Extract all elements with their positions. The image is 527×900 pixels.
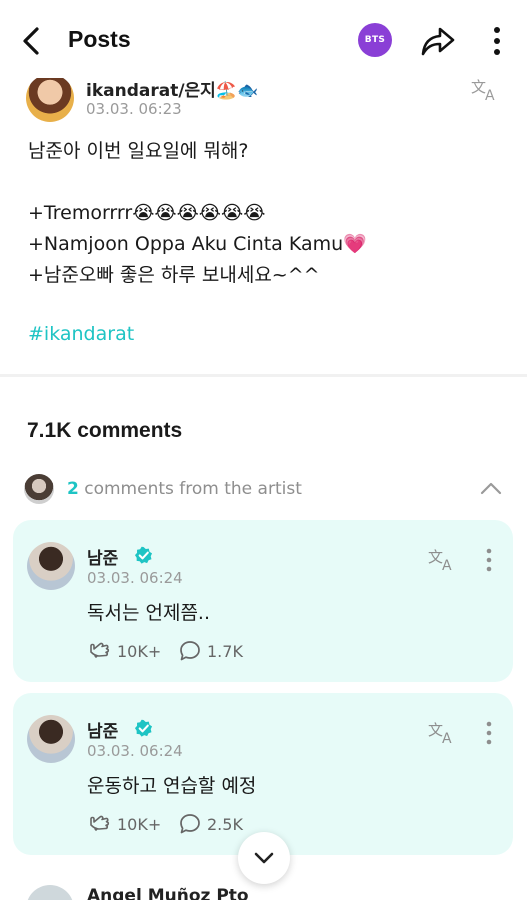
comment-text: 독서는 언제쯤.. — [87, 602, 210, 624]
more-vertical-icon[interactable] — [483, 720, 495, 746]
share-button[interactable] — [420, 24, 456, 58]
comment-date: 03.03. 06:24 — [87, 742, 183, 760]
artist-comments-toggle[interactable]: 2 comments from the artist — [24, 474, 504, 506]
page-title: Posts — [68, 26, 131, 52]
comment-author-name[interactable]: Angel Muñoz Pto — [87, 886, 249, 900]
post-line: +Tremorrrr😭😭😭😭😭😭 — [28, 202, 266, 224]
chevron-up-icon[interactable] — [479, 480, 503, 496]
more-vertical-icon[interactable] — [483, 547, 495, 573]
top-bar: Posts BTS — [0, 0, 527, 78]
post-line: +Namjoon Oppa Aku Cinta Kamu💗 — [28, 233, 367, 255]
artist-comments-label: 2 comments from the artist — [67, 479, 302, 499]
scroll-down-button[interactable] — [238, 832, 290, 884]
avatar[interactable] — [26, 885, 74, 900]
speech-bubble-icon — [180, 641, 200, 661]
avatar[interactable] — [27, 542, 75, 590]
reply-count: 1.7K — [207, 641, 243, 661]
reply-button[interactable]: 2.5K — [179, 812, 243, 836]
post-line-spacer — [28, 167, 498, 198]
artist-mini-avatar — [24, 474, 54, 504]
artist-comments-count: 2 — [67, 479, 79, 499]
comment-date: 03.03. 06:24 — [87, 569, 183, 587]
more-vertical-icon — [494, 27, 500, 55]
translate-icon[interactable]: 文 A — [428, 546, 458, 572]
community-badge[interactable]: BTS — [358, 23, 392, 57]
share-arrow-icon — [421, 27, 455, 56]
chevron-down-icon — [254, 852, 274, 864]
svg-text:A: A — [442, 731, 452, 745]
back-button[interactable] — [18, 24, 46, 58]
artist-comment-card[interactable]: 남준 03.03. 06:24 운동하고 연습할 예정 文 A 10K+ 2.5… — [13, 693, 513, 855]
artist-comment-card[interactable]: 남준 03.03. 06:24 독서는 언제쯤.. 文 A 10K+ 1.7K — [13, 520, 513, 682]
comment-author-name[interactable]: 남준 — [87, 717, 118, 742]
comment-author-name[interactable]: 남준 — [87, 544, 118, 569]
artist-comments-text: comments from the artist — [78, 479, 302, 499]
speech-bubble-icon — [180, 814, 200, 834]
comments-count: 7.1K comments — [27, 419, 183, 442]
hand-heart-icon — [90, 815, 110, 831]
svg-text:A: A — [485, 88, 495, 102]
reply-button[interactable]: 1.7K — [179, 639, 243, 663]
avatar[interactable] — [27, 715, 75, 763]
author-name[interactable]: ikandarat/은지🏖️🐟 — [86, 76, 258, 101]
post-body: 남준아 이번 일요일에 뭐해? +Tremorrrr😭😭😭😭😭😭 +Namjoo… — [28, 136, 498, 350]
hand-heart-icon — [90, 642, 110, 658]
post-line: +남준오빠 좋은 하루 보내세요~^^ — [28, 264, 320, 286]
verified-badge-icon — [134, 719, 153, 737]
post-line: 남준아 이번 일요일에 뭐해? — [28, 140, 249, 162]
comment-text: 운동하고 연습할 예정 — [87, 775, 257, 797]
like-button[interactable]: 10K+ — [87, 812, 161, 836]
like-button[interactable]: 10K+ — [87, 639, 161, 663]
like-count: 10K+ — [117, 814, 162, 834]
translate-icon[interactable]: 文 A — [471, 76, 501, 102]
svg-text:文: 文 — [428, 548, 443, 566]
verified-badge-icon — [134, 546, 153, 564]
section-divider — [0, 374, 527, 377]
chevron-left-icon — [23, 27, 39, 55]
reply-count: 2.5K — [207, 814, 243, 834]
hashtag-link[interactable]: #ikandarat — [28, 319, 498, 350]
svg-text:A: A — [442, 558, 452, 572]
like-count: 10K+ — [117, 641, 162, 661]
post-date: 03.03. 06:23 — [86, 100, 182, 118]
svg-text:文: 文 — [471, 78, 486, 96]
translate-icon[interactable]: 文 A — [428, 719, 458, 745]
post-author: ikandarat/은지🏖️🐟 03.03. 06:23 文 A — [26, 74, 506, 122]
avatar[interactable] — [26, 74, 74, 122]
svg-text:文: 文 — [428, 721, 443, 739]
more-options-button[interactable] — [488, 25, 506, 57]
